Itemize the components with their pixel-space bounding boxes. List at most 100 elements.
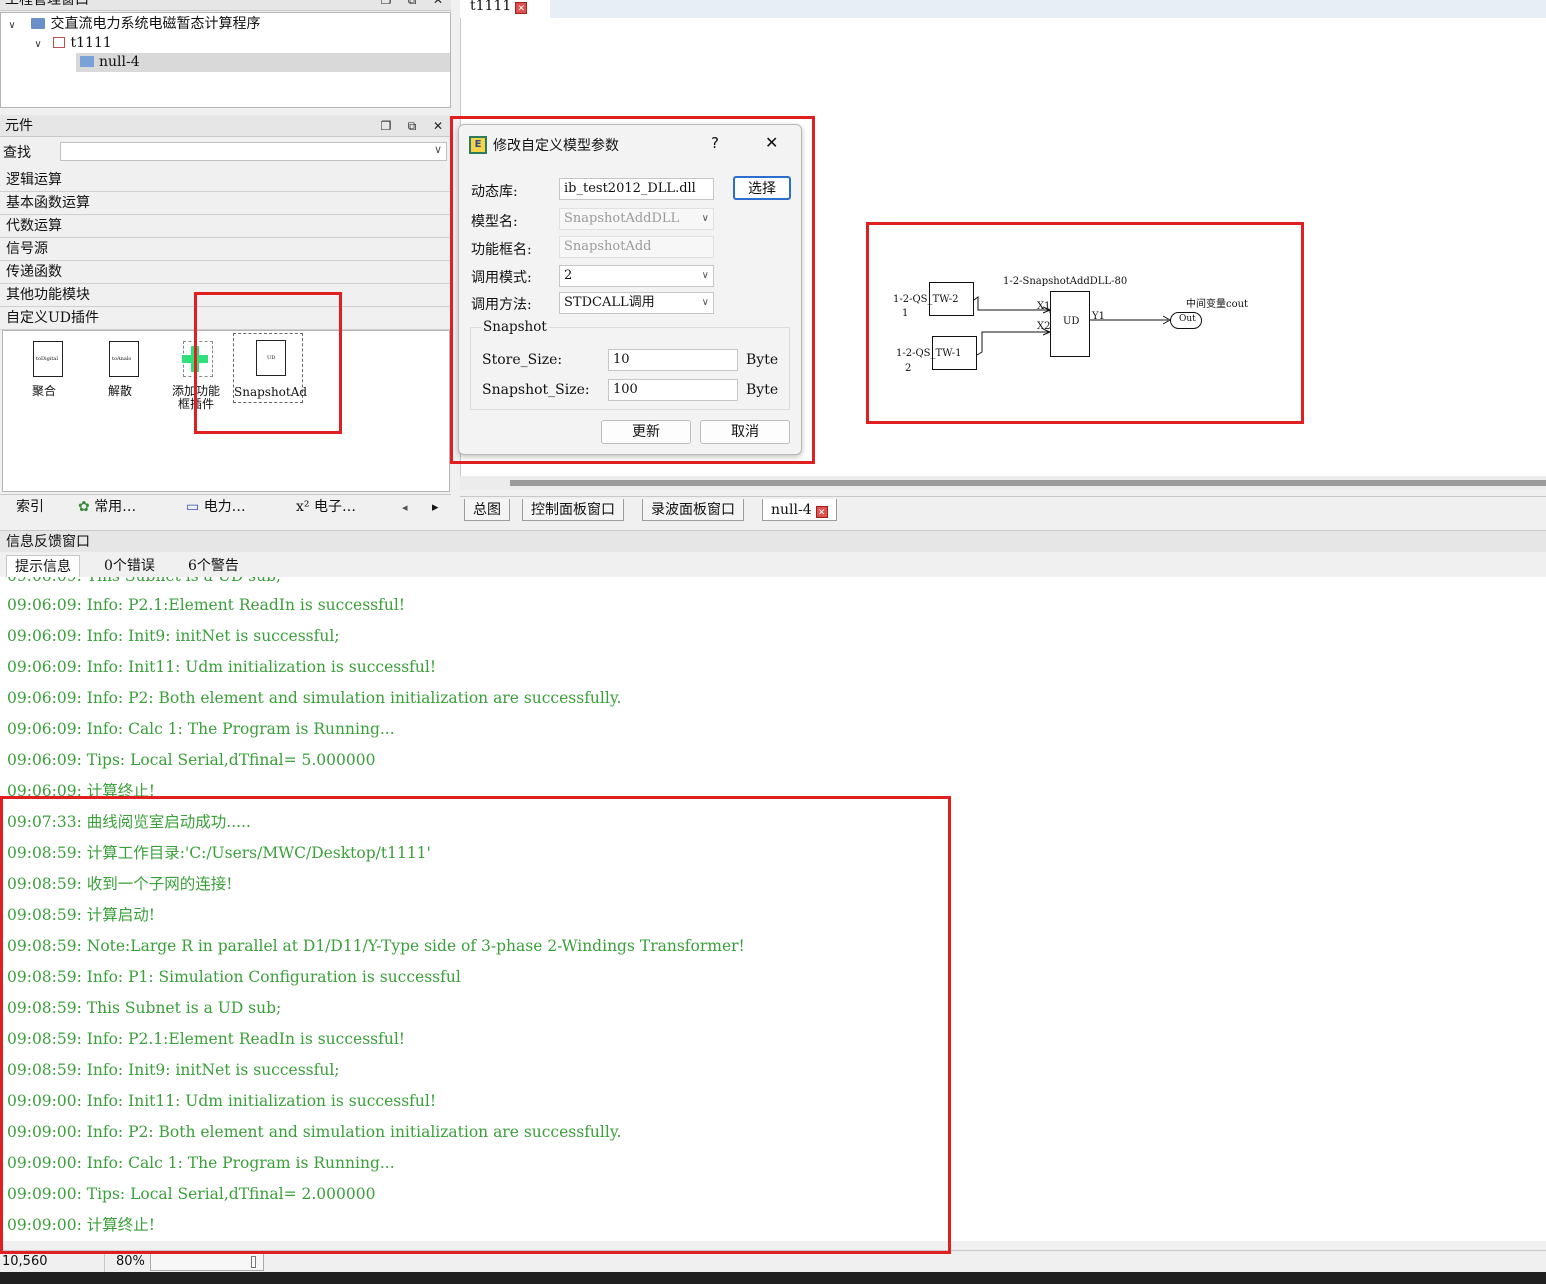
log-line: 09:06:09: Info: P2.1:Element ReadIn is s…: [7, 596, 406, 614]
tab-warnings[interactable]: 6个警告: [180, 555, 247, 577]
chevron-down-icon: ∨: [701, 213, 709, 224]
log-line: 09:06:09: Info: Init11: Udm initializati…: [7, 658, 437, 676]
dock-icon[interactable]: ⧉: [405, 0, 419, 7]
log-line: 09:06:09: This Subnet is a UD sub;: [7, 577, 281, 587]
dialog-close-button[interactable]: ✕: [765, 133, 778, 152]
subnet-icon: [80, 56, 94, 67]
status-divider: [104, 1251, 105, 1273]
tab-common[interactable]: ✿ 常用…: [78, 495, 136, 519]
cancel-button[interactable]: 取消: [700, 420, 790, 444]
log-line: 09:06:09: Info: Calc 1: The Program is R…: [7, 720, 395, 738]
tab-scroll-arrows[interactable]: ◂: [402, 495, 408, 519]
status-bar: 10,560 80%: [0, 1250, 1546, 1273]
log-line: 09:06:09: 计算终止!: [7, 782, 155, 800]
update-button[interactable]: 更新: [601, 420, 691, 444]
snapshot-size-label: Snapshot_Size:: [482, 382, 590, 398]
dll-field[interactable]: ib_test2012_DLL.dll: [559, 178, 714, 200]
tab-index[interactable]: 索引: [16, 495, 44, 519]
tab-hints[interactable]: 提示信息: [6, 555, 80, 577]
close-icon[interactable]: ✕: [515, 2, 528, 14]
chevron-down-icon[interactable]: ∨: [702, 293, 709, 313]
message-tabs: 提示信息 0个错误 6个警告: [0, 553, 1546, 577]
tab-power[interactable]: ▭ 电力…: [186, 495, 246, 519]
aggregate-block-icon: toDigital: [33, 341, 63, 377]
tree-item-subnet[interactable]: null-4: [76, 53, 450, 72]
store-size-label: Store_Size:: [482, 352, 563, 368]
ud-block-icon: UD: [256, 340, 286, 376]
tree-item-project[interactable]: ∨ t1111: [31, 34, 111, 54]
disband-block-icon: toAnalo: [109, 341, 139, 377]
store-size-unit: Byte: [746, 352, 779, 368]
plugin-aggregate[interactable]: toDigital 聚合: [9, 333, 79, 405]
tree-item-root[interactable]: ∨ 交直流电力系统电磁暂态计算程序: [5, 15, 260, 34]
doc-tab-t1111[interactable]: t1111 ✕: [460, 0, 550, 18]
choose-button[interactable]: 选择: [733, 176, 791, 200]
log-line: 09:08:59: This Subnet is a UD sub;: [7, 999, 282, 1017]
zoom-slider-handle[interactable]: [251, 1256, 256, 1268]
document-tab-bar: t1111 ✕: [460, 0, 1546, 18]
category-algebra[interactable]: 代数运算: [0, 215, 451, 238]
chevron-left-icon[interactable]: ◂: [402, 501, 408, 514]
float-icon[interactable]: ❐: [379, 0, 393, 7]
chevron-down-icon[interactable]: ∨: [5, 16, 19, 35]
log-line: 09:09:00: 计算终止!: [7, 1216, 155, 1234]
snapshot-size-input[interactable]: 100: [608, 379, 738, 401]
category-signal-source[interactable]: 信号源: [0, 238, 451, 261]
dock-icon[interactable]: ⧉: [405, 119, 419, 133]
log-line: 09:09:00: Info: Calc 1: The Program is R…: [7, 1154, 395, 1172]
plugin-add-block[interactable]: 添加功能框插件: [159, 333, 229, 411]
component-panel-title: 元件 ❐ ⧉ ✕: [0, 115, 451, 137]
mode-label: 调用模式:: [471, 270, 532, 286]
float-icon[interactable]: ❐: [379, 119, 393, 133]
zoom-slider[interactable]: [150, 1253, 264, 1271]
log-line: 09:06:09: Info: P2: Both element and sim…: [7, 689, 622, 707]
app-logo-icon: E: [469, 136, 487, 154]
log-line: 09:08:59: Note:Large R in parallel at D1…: [7, 937, 745, 955]
log-line: 09:08:59: Info: P2.1:Element ReadIn is s…: [7, 1030, 406, 1048]
chevron-down-icon[interactable]: ∨: [702, 266, 709, 286]
method-select[interactable]: STDCALL调用 ∨: [559, 292, 714, 314]
log-line: 09:07:33: 曲线阅览室启动成功.....: [7, 813, 251, 831]
log-line: 09:09:00: Info: P2: Both element and sim…: [7, 1123, 622, 1141]
tab-errors[interactable]: 0个错误: [96, 555, 163, 577]
tab-null-4[interactable]: null-4 ✕: [762, 499, 837, 521]
log-line: 09:08:59: Info: Init9: initNet is succes…: [7, 1061, 340, 1079]
close-icon[interactable]: ✕: [431, 0, 445, 7]
func-label: 功能框名:: [471, 242, 532, 258]
plugin-disband[interactable]: toAnalo 解散: [85, 333, 155, 405]
close-icon[interactable]: ✕: [431, 119, 445, 133]
scrollbar-thumb[interactable]: [510, 480, 1546, 486]
log-line: 09:08:59: 收到一个子网的连接!: [7, 875, 233, 893]
message-panel-title: 信息反馈窗口: [0, 530, 1546, 552]
diagram-wires: [973, 296, 1172, 356]
search-select[interactable]: ∨: [60, 142, 447, 161]
help-button[interactable]: ?: [711, 134, 719, 152]
chevron-right-icon[interactable]: ▸: [432, 500, 439, 515]
log-line: 09:08:59: Info: P1: Simulation Configura…: [7, 968, 461, 986]
category-other[interactable]: 其他功能模块: [0, 284, 451, 307]
chevron-down-icon[interactable]: ∨: [31, 35, 45, 54]
tab-recorder-panel[interactable]: 录波面板窗口: [642, 499, 744, 521]
category-basic-functions[interactable]: 基本函数运算: [0, 192, 451, 215]
message-log[interactable]: 09:06:09: This Subnet is a UD sub; 09:06…: [0, 577, 1546, 1241]
dialog-title: 修改自定义模型参数: [493, 138, 619, 154]
folder-icon: [31, 18, 46, 29]
tab-overview[interactable]: 总图: [464, 499, 510, 521]
tab-electronic[interactable]: x² 电子…: [296, 495, 356, 519]
project-icon: [53, 37, 66, 48]
close-icon[interactable]: ✕: [815, 506, 828, 518]
store-size-input[interactable]: 10: [608, 349, 738, 371]
category-transfer-function[interactable]: 传递函数: [0, 261, 451, 284]
log-line: 09:08:59: 计算启动!: [7, 906, 155, 924]
category-ud-plugins[interactable]: 自定义UD插件: [0, 307, 451, 330]
snapshot-group: Snapshot Store_Size: 10 Byte Snapshot_Si…: [470, 319, 790, 410]
tab-scroll-right[interactable]: ▸: [432, 495, 439, 519]
category-logic[interactable]: 逻辑运算: [0, 169, 451, 192]
chevron-down-icon[interactable]: ∨: [434, 143, 442, 156]
power-icon: ▭: [186, 499, 204, 515]
plugin-snapshot-add[interactable]: UD SnapshotAd: [233, 333, 307, 403]
tab-control-panel[interactable]: 控制面板窗口: [522, 499, 624, 521]
mode-select[interactable]: 2 ∨: [559, 265, 714, 287]
log-line: 09:06:09: Tips: Local Serial,dTfinal= 5.…: [7, 751, 376, 769]
dialog-titlebar: E 修改自定义模型参数 ? ✕: [459, 125, 801, 165]
